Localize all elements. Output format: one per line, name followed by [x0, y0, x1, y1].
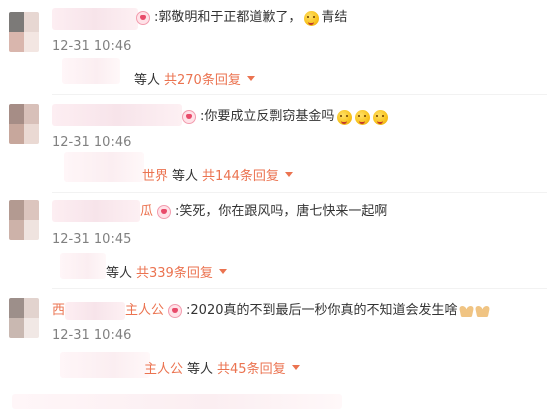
- comment-text-line: :郭敬明和于正都道歉了， 青结: [136, 9, 347, 27]
- fan-badge-icon: [168, 304, 183, 318]
- fan-badge-icon: [157, 205, 172, 219]
- avatar[interactable]: [9, 200, 39, 240]
- reply-summary: 等人 共270条回复: [134, 69, 255, 88]
- reply-preview-redacted: [64, 152, 144, 182]
- username-tail[interactable]: 瓜: [140, 203, 153, 221]
- view-replies-link[interactable]: 共270条回复: [164, 69, 241, 88]
- divider: [52, 192, 547, 193]
- view-replies-link[interactable]: 共45条回复: [217, 358, 286, 377]
- comment-text: :郭敬明和于正都道歉了，: [154, 10, 302, 25]
- username-redacted[interactable]: [52, 104, 182, 126]
- username-tail[interactable]: 主人公: [125, 302, 164, 320]
- timestamp: 12-31 10:46: [52, 135, 132, 150]
- chevron-down-icon[interactable]: [246, 76, 255, 81]
- reply-user-name[interactable]: 主人公: [144, 358, 183, 377]
- reply-preview-redacted: [60, 352, 150, 378]
- comment-text-line: :你要成立反剽窃基金吗: [182, 108, 389, 126]
- comment-text-line: 瓜 :笑死，你在跟风吗，唐七快来一起啊: [140, 203, 387, 221]
- pray-emoji-icon: [460, 305, 474, 317]
- reply-people: 等人: [134, 73, 161, 88]
- chevron-down-icon[interactable]: [218, 269, 227, 274]
- username-head[interactable]: 西: [52, 302, 65, 320]
- divider: [52, 94, 547, 95]
- reply-summary: 主人公 等人 共45条回复: [144, 358, 300, 377]
- smile-emoji-icon: [355, 109, 371, 125]
- smile-emoji-icon: [337, 109, 353, 125]
- username-redacted[interactable]: [52, 200, 140, 222]
- comment-text: :你要成立反剽窃基金吗: [200, 109, 335, 124]
- username-redacted[interactable]: [52, 8, 138, 30]
- smile-emoji-icon: [373, 109, 389, 125]
- reply-preview-redacted: [60, 253, 106, 279]
- reply-summary: 等人 共339条回复: [106, 262, 227, 281]
- username-redacted[interactable]: [65, 302, 126, 320]
- avatar[interactable]: [9, 104, 39, 144]
- view-replies-link[interactable]: 共339条回复: [136, 262, 213, 281]
- fan-badge-icon: [136, 11, 150, 25]
- timestamp: 12-31 10:45: [52, 232, 132, 247]
- view-replies-link[interactable]: 共144条回复: [202, 165, 279, 184]
- timestamp: 12-31 10:46: [52, 328, 132, 343]
- fan-badge-icon: [182, 110, 196, 124]
- reply-people: 等人: [106, 266, 133, 281]
- reply-people: 等人: [172, 169, 199, 184]
- comment-text-line: 西 主人公 :2020真的不到最后一秒你真的不知道会发生啥: [52, 302, 490, 320]
- comment-text: :2020真的不到最后一秒你真的不知道会发生啥: [186, 303, 458, 318]
- chevron-down-icon[interactable]: [284, 172, 293, 177]
- avatar[interactable]: [9, 298, 39, 338]
- reply-user-name[interactable]: 世界: [142, 165, 168, 184]
- comment-text-after-emoji: 青结: [321, 10, 348, 25]
- chevron-down-icon[interactable]: [291, 365, 300, 370]
- comment-text: :笑死，你在跟风吗，唐七快来一起啊: [175, 204, 388, 219]
- reply-preview-redacted: [62, 58, 120, 84]
- smile-emoji-icon: [304, 10, 320, 26]
- timestamp: 12-31 10:46: [52, 39, 132, 54]
- avatar[interactable]: [9, 12, 39, 52]
- reply-summary: 世界 等人 共144条回复: [142, 165, 293, 184]
- next-comment-redacted: [12, 394, 342, 409]
- pray-emoji-icon: [476, 305, 490, 317]
- reply-people: 等人: [187, 362, 214, 377]
- divider: [52, 288, 547, 289]
